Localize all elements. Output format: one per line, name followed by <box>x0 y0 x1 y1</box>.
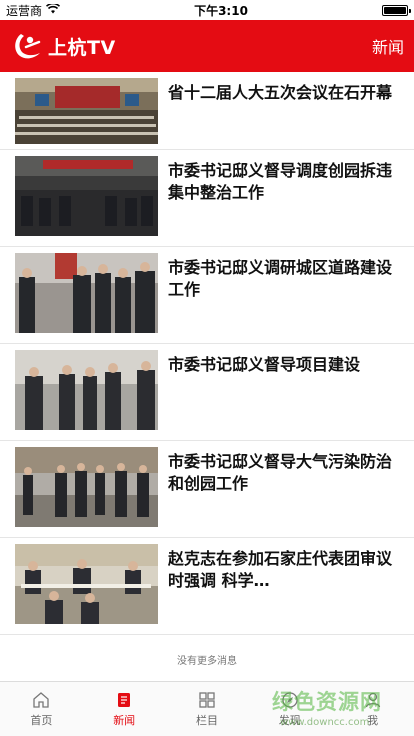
news-thumbnail <box>15 447 158 527</box>
news-title: 市委书记邸义调研城区道路建设工作 <box>168 258 393 299</box>
tab-profile[interactable]: 我 <box>331 682 414 736</box>
tab-label: 首页 <box>30 713 53 727</box>
tab-home[interactable]: 首页 <box>0 682 83 736</box>
news-thumbnail <box>15 253 158 333</box>
status-bar: 运营商 下午3:10 <box>0 0 414 20</box>
home-icon <box>32 691 50 709</box>
tab-label: 发现 <box>278 713 301 727</box>
wifi-icon <box>45 2 61 17</box>
news-item[interactable]: 市委书记邸义调研城区道路建设工作 <box>0 247 414 344</box>
news-title: 市委书记邸义督导调度创园拆违集中整治工作 <box>168 161 393 202</box>
news-title: 市委书记邸义督导项目建设 <box>168 355 361 374</box>
profile-icon <box>364 691 382 709</box>
tab-discover[interactable]: 发现 <box>248 682 331 736</box>
status-left: 运营商 <box>6 2 61 19</box>
tab-label: 栏目 <box>195 713 218 727</box>
news-title: 省十二届人大五次会议在石开幕 <box>168 83 393 102</box>
app-header: 上杭TV 新闻 <box>0 20 414 72</box>
carrier-label: 运营商 <box>6 3 43 18</box>
news-item[interactable]: 市委书记邸义督导项目建设 <box>0 344 414 441</box>
news-item[interactable]: 市委书记邸义督导调度创园拆违集中整治工作 <box>0 150 414 247</box>
news-item[interactable]: 省十二届人大五次会议在石开幕 <box>0 72 414 150</box>
news-thumbnail <box>15 78 158 144</box>
tab-columns[interactable]: 栏目 <box>166 682 249 736</box>
news-item[interactable]: 赵克志在参加石家庄代表团审议时强调 科学… <box>0 538 414 635</box>
news-icon <box>115 691 133 709</box>
brand: 上杭TV <box>12 31 116 61</box>
page-title: 新闻 <box>371 38 404 57</box>
logo-icon <box>12 31 44 61</box>
discover-icon <box>281 691 299 709</box>
no-more-message: 没有更多消息 <box>177 656 237 667</box>
news-thumbnail <box>15 156 158 236</box>
news-thumbnail <box>15 350 158 430</box>
news-title: 市委书记邸义督导大气污染防治和创园工作 <box>168 452 393 493</box>
tab-bar: 首页 新闻 栏目 发现 我 <box>0 681 414 736</box>
grid-icon <box>198 691 216 709</box>
tab-label: 我 <box>367 713 379 727</box>
tab-label: 新闻 <box>113 713 136 727</box>
news-title: 赵克志在参加石家庄代表团审议时强调 科学… <box>168 549 393 590</box>
app-name: 上杭TV <box>48 36 116 59</box>
news-thumbnail <box>15 544 158 624</box>
news-list: 省十二届人大五次会议在石开幕 市委书记邸义督导调度创园拆违集中整治工作 市委书记 <box>0 72 414 635</box>
news-item[interactable]: 市委书记邸义督导大气污染防治和创园工作 <box>0 441 414 538</box>
tab-news[interactable]: 新闻 <box>83 682 166 736</box>
status-time: 下午3:10 <box>194 3 248 18</box>
battery-icon <box>382 4 411 16</box>
